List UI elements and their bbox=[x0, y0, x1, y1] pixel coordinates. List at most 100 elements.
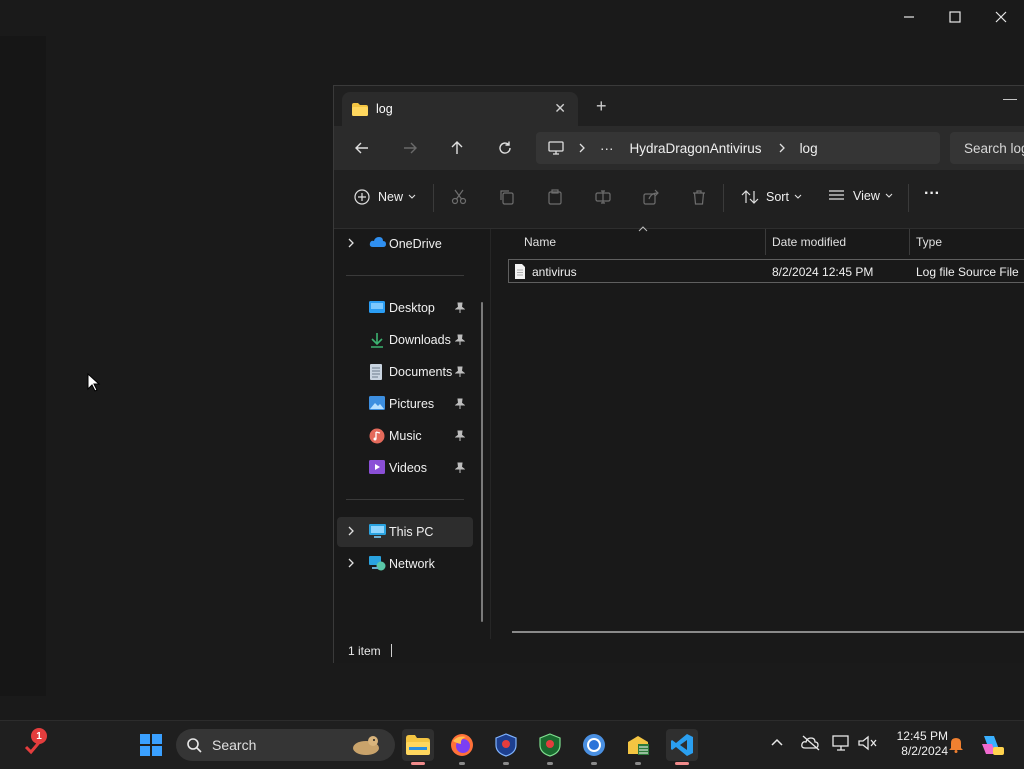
running-indicator bbox=[459, 762, 465, 765]
toolbar-divider bbox=[433, 184, 434, 212]
pin-icon[interactable] bbox=[455, 462, 465, 474]
back-button[interactable] bbox=[350, 136, 374, 160]
nav-item-downloads[interactable]: Downloads bbox=[337, 325, 473, 355]
maximize-button[interactable] bbox=[932, 0, 978, 34]
nav-item-desktop[interactable]: Desktop bbox=[337, 293, 473, 323]
sort-button[interactable]: Sort bbox=[741, 189, 802, 205]
pin-icon[interactable] bbox=[455, 366, 465, 378]
column-divider[interactable] bbox=[909, 229, 910, 255]
taskbar-chrome[interactable] bbox=[578, 729, 610, 765]
shield-icon bbox=[495, 733, 517, 757]
nav-item-documents[interactable]: Documents bbox=[337, 357, 473, 387]
address-bar[interactable]: ··· HydraDragonAntivirus log bbox=[536, 132, 940, 164]
share-button[interactable] bbox=[643, 189, 659, 205]
nav-item-onedrive[interactable]: OneDrive bbox=[337, 229, 473, 259]
rename-icon bbox=[595, 190, 611, 204]
search-box[interactable]: Search log bbox=[950, 132, 1024, 164]
copilot-button[interactable] bbox=[980, 732, 1004, 756]
chevron-right-icon bbox=[348, 558, 354, 568]
toolbar-divider bbox=[908, 184, 909, 212]
forward-arrow-icon bbox=[404, 142, 417, 154]
start-button[interactable] bbox=[135, 729, 167, 761]
pane-divider[interactable] bbox=[490, 229, 491, 639]
minimize-icon bbox=[904, 16, 914, 18]
view-button[interactable]: View bbox=[828, 189, 893, 203]
taskbar-file-explorer[interactable] bbox=[402, 729, 434, 765]
nav-label: Desktop bbox=[389, 301, 435, 315]
cut-button[interactable] bbox=[451, 189, 467, 205]
text-file-icon bbox=[515, 264, 525, 279]
chevron-down-icon bbox=[408, 194, 416, 199]
speaker-muted-icon bbox=[858, 735, 877, 751]
chevron-right-icon bbox=[779, 143, 785, 153]
network-tray-button[interactable] bbox=[832, 735, 852, 751]
column-header-type[interactable]: Type bbox=[916, 229, 942, 255]
pin-icon[interactable] bbox=[455, 430, 465, 442]
minimize-button[interactable] bbox=[886, 0, 932, 34]
file-name: antivirus bbox=[532, 265, 577, 279]
sort-ascending-icon bbox=[638, 226, 648, 232]
background-window-sidebar bbox=[0, 36, 46, 696]
shield-icon bbox=[539, 733, 561, 757]
share-icon bbox=[643, 189, 659, 205]
volume-tray-button[interactable] bbox=[858, 735, 878, 751]
clock-date: 8/2/2024 bbox=[901, 744, 948, 758]
download-icon bbox=[371, 333, 383, 348]
refresh-button[interactable] bbox=[493, 136, 517, 160]
file-date-modified: 8/2/2024 12:45 PM bbox=[772, 265, 874, 279]
more-options-button[interactable]: ··· bbox=[924, 185, 940, 203]
pin-icon[interactable] bbox=[455, 302, 465, 314]
taskbar-clock[interactable]: 12:45 PM 8/2/2024 bbox=[884, 729, 948, 759]
taskbar-shield-app-2[interactable] bbox=[534, 729, 566, 765]
nav-item-this-pc[interactable]: This PC bbox=[337, 517, 473, 547]
nav-item-network[interactable]: Network bbox=[337, 549, 473, 579]
breadcrumb-log[interactable]: log bbox=[800, 141, 818, 156]
taskbar: 1 Search 12:45 PM 8/2/2024 bbox=[0, 720, 1024, 769]
vscode-icon bbox=[671, 734, 693, 756]
address-ellipsis[interactable]: ··· bbox=[600, 141, 614, 156]
taskbar-shield-app[interactable] bbox=[490, 729, 522, 765]
tab-title: log bbox=[376, 102, 393, 116]
computer-icon bbox=[369, 524, 386, 538]
up-button[interactable] bbox=[445, 136, 469, 160]
taskbar-firefox[interactable] bbox=[446, 729, 478, 765]
windows-logo-icon bbox=[140, 734, 162, 756]
show-hidden-icons-button[interactable] bbox=[770, 737, 784, 747]
status-divider bbox=[391, 644, 392, 657]
copy-button[interactable] bbox=[499, 189, 515, 205]
column-header-date-modified[interactable]: Date modified bbox=[772, 229, 846, 255]
column-divider[interactable] bbox=[765, 229, 766, 255]
file-row[interactable]: antivirus 8/2/2024 12:45 PM Log file Sou… bbox=[508, 259, 1024, 283]
explorer-minimize-button[interactable]: — bbox=[1003, 90, 1017, 106]
new-tab-button[interactable]: + bbox=[596, 97, 607, 115]
pin-icon[interactable] bbox=[455, 334, 465, 346]
rename-button[interactable] bbox=[595, 189, 611, 205]
taskbar-network-app[interactable] bbox=[622, 729, 654, 765]
file-type: Log file Source File bbox=[916, 265, 1019, 279]
taskbar-search[interactable]: Search bbox=[176, 729, 395, 761]
trash-icon bbox=[693, 190, 705, 205]
nav-item-music[interactable]: Music bbox=[337, 421, 473, 451]
chevron-right-icon bbox=[348, 238, 354, 248]
nav-item-pictures[interactable]: Pictures bbox=[337, 389, 473, 419]
onedrive-tray-button[interactable] bbox=[801, 735, 821, 751]
pin-icon[interactable] bbox=[455, 398, 465, 410]
horizontal-scrollbar[interactable] bbox=[512, 631, 1024, 633]
notification-bell-button[interactable] bbox=[948, 735, 964, 753]
tab-log[interactable]: log ✕ bbox=[342, 92, 578, 126]
new-label: New bbox=[378, 190, 404, 204]
delete-button[interactable] bbox=[691, 189, 707, 205]
column-header-name[interactable]: Name bbox=[524, 229, 556, 255]
chevron-down-icon bbox=[794, 194, 802, 199]
breadcrumb-hydradragonantivirus[interactable]: HydraDragonAntivirus bbox=[630, 141, 762, 156]
close-button[interactable] bbox=[978, 0, 1024, 34]
chrome-icon bbox=[583, 734, 605, 756]
paste-button[interactable] bbox=[547, 189, 563, 205]
nav-label: This PC bbox=[389, 525, 434, 539]
nav-scrollbar[interactable] bbox=[481, 302, 483, 622]
tab-close-icon[interactable]: ✕ bbox=[554, 100, 566, 117]
taskbar-vscode[interactable] bbox=[666, 729, 698, 765]
nav-item-videos[interactable]: Videos bbox=[337, 453, 473, 483]
new-button[interactable]: New bbox=[354, 189, 416, 205]
forward-button[interactable] bbox=[398, 136, 422, 160]
